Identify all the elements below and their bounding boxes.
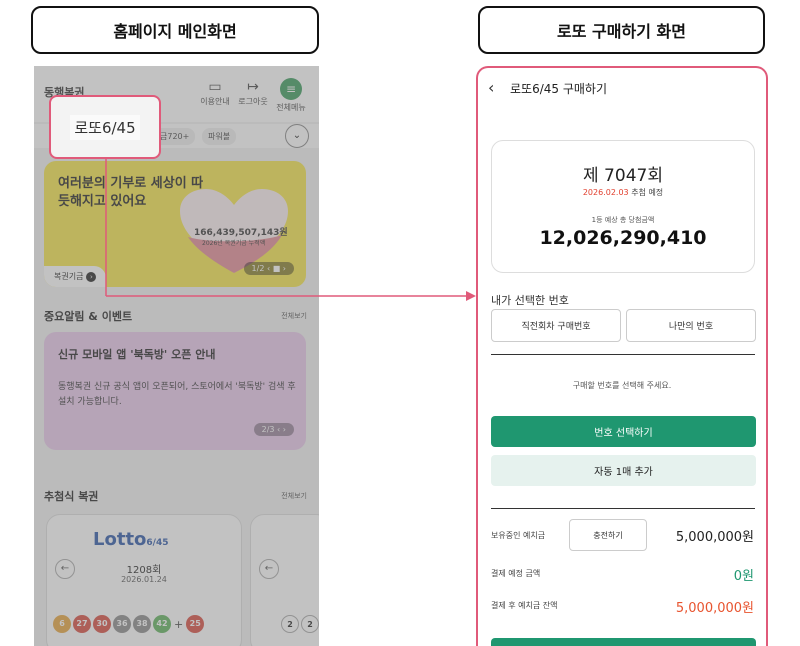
lotto-menu-label: 로또6/45 [70,114,140,140]
lotto-menu-highlight[interactable]: 로또6/45 [49,95,161,159]
